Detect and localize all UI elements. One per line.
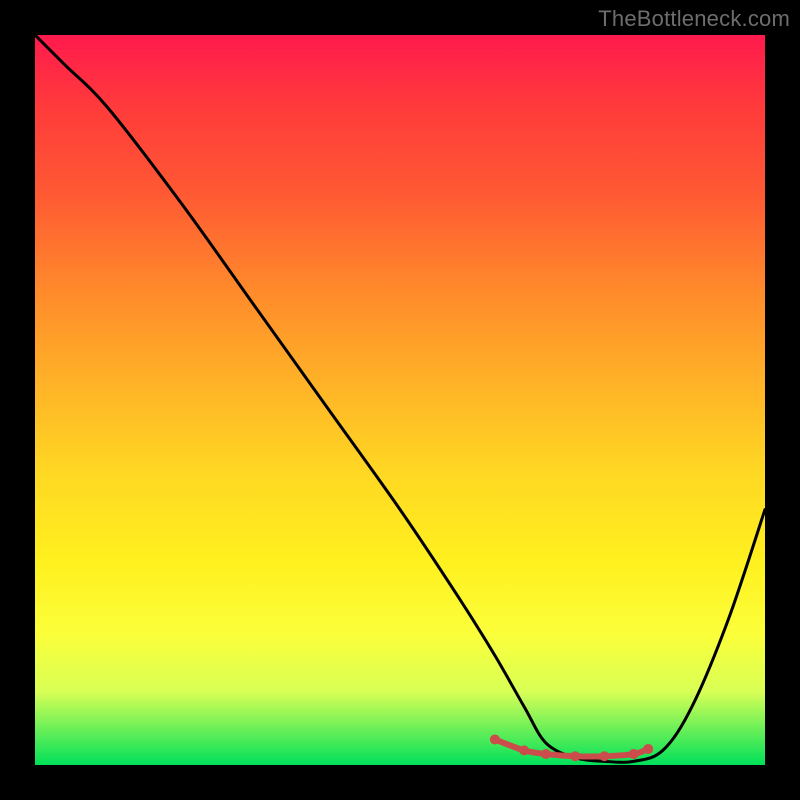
marker-dot (643, 744, 653, 754)
marker-dot (541, 749, 551, 759)
curve-svg (35, 35, 765, 765)
bottleneck-curve (35, 35, 765, 762)
marker-dot (570, 751, 580, 761)
marker-dot (599, 751, 609, 761)
chart-frame: TheBottleneck.com (0, 0, 800, 800)
marker-region (490, 734, 653, 761)
plot-area (35, 35, 765, 765)
marker-dot (519, 745, 529, 755)
marker-dot (629, 749, 639, 759)
marker-dot (490, 734, 500, 744)
watermark-text: TheBottleneck.com (598, 6, 790, 32)
